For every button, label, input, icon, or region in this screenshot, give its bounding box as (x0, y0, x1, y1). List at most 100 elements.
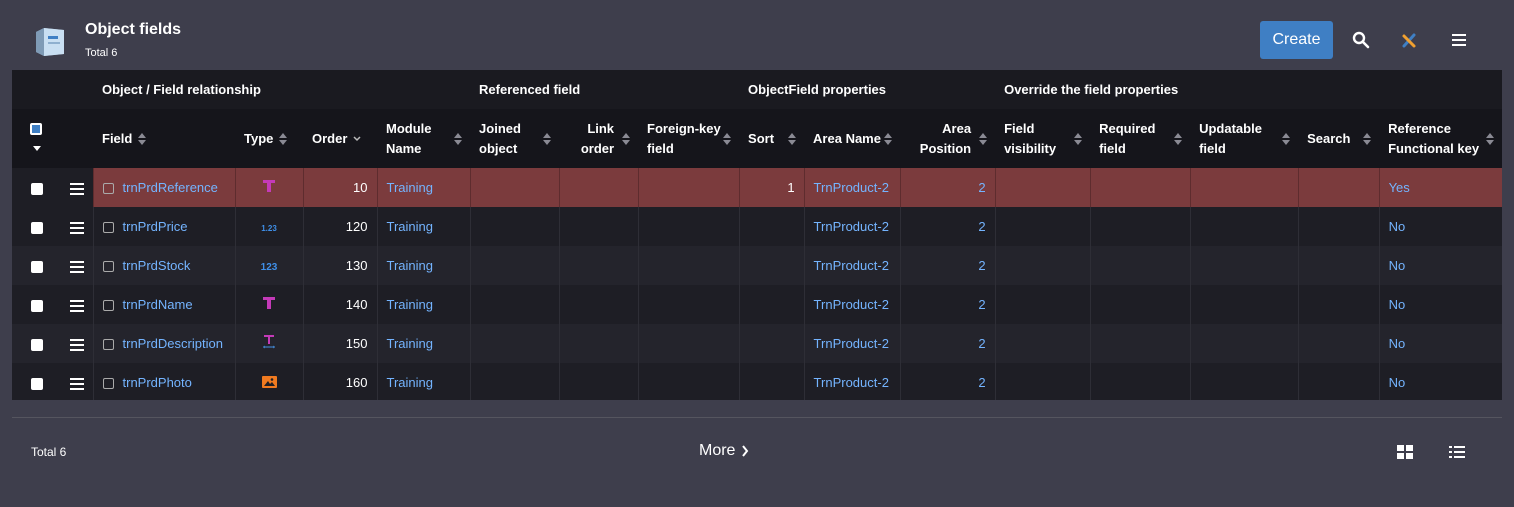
area-name-link[interactable]: TrnProduct-2 (814, 180, 889, 195)
sort-icon[interactable] (454, 132, 463, 145)
row-checkbox-cell[interactable] (12, 363, 57, 400)
cell-field[interactable]: trnPrdPhoto (93, 363, 236, 400)
col-order[interactable]: Order (303, 109, 377, 168)
search-icon[interactable] (1349, 28, 1373, 52)
cell-module-name[interactable]: Training (377, 285, 471, 324)
sort-icon[interactable] (788, 132, 797, 145)
sort-icon[interactable] (1074, 132, 1083, 145)
row-menu-cell[interactable] (57, 207, 94, 246)
sort-icon[interactable] (543, 132, 552, 145)
sort-icon[interactable] (1363, 132, 1372, 145)
row-checkbox-cell[interactable] (12, 168, 57, 207)
cell-field[interactable]: trnPrdReference (93, 168, 236, 207)
table-row[interactable]: trnPrdName 140 Training TrnProduct-2 2 No (12, 285, 1502, 324)
select-all-checkbox[interactable] (12, 109, 57, 168)
cell-area-name[interactable]: TrnProduct-2 (804, 324, 901, 363)
field-checkbox[interactable] (102, 339, 114, 351)
sort-desc-icon[interactable] (353, 133, 361, 145)
module-link[interactable]: Training (387, 180, 433, 195)
sort-icon[interactable] (279, 132, 288, 145)
row-checkbox[interactable] (31, 377, 43, 390)
table-row[interactable]: trnPrdStock 123 130 Training TrnProduct-2 2 No (12, 246, 1502, 285)
table-row[interactable]: trnPrdPrice 1.23 120 Training TrnProduct-2 2 N… (12, 207, 1502, 246)
area-name-link[interactable]: TrnProduct-2 (814, 375, 889, 390)
cell-field[interactable]: trnPrdStock (93, 246, 236, 285)
field-checkbox[interactable] (102, 300, 114, 312)
menu-icon[interactable] (1447, 28, 1471, 52)
cell-field[interactable]: trnPrdPrice (93, 207, 236, 246)
field-link[interactable]: trnPrdDescription (123, 336, 223, 351)
table-row[interactable]: trnPrdReference 10 Training 1 TrnProduct-2 2 Y… (12, 168, 1502, 207)
col-field-visibility[interactable]: Field visibility (995, 109, 1091, 168)
cell-module-name[interactable]: Training (377, 246, 471, 285)
field-checkbox[interactable] (102, 261, 114, 273)
field-link[interactable]: trnPrdStock (123, 258, 191, 273)
row-menu-icon[interactable] (70, 260, 84, 273)
row-menu-cell[interactable] (57, 246, 94, 285)
row-checkbox[interactable] (31, 338, 43, 351)
sort-icon[interactable] (1282, 132, 1291, 145)
row-menu-icon[interactable] (70, 221, 84, 234)
row-checkbox[interactable] (31, 260, 43, 273)
row-checkbox[interactable] (31, 221, 43, 234)
field-link[interactable]: trnPrdPhoto (123, 375, 192, 390)
row-menu-icon[interactable] (70, 299, 84, 312)
col-link-order[interactable]: Link order (559, 109, 639, 168)
row-menu-cell[interactable] (57, 285, 94, 324)
sort-icon[interactable] (1174, 132, 1183, 145)
area-name-link[interactable]: TrnProduct-2 (814, 258, 889, 273)
area-name-link[interactable]: TrnProduct-2 (814, 219, 889, 234)
row-checkbox[interactable] (31, 299, 43, 312)
field-link[interactable]: trnPrdPrice (123, 219, 188, 234)
cell-module-name[interactable]: Training (377, 363, 471, 400)
field-link[interactable]: trnPrdName (123, 297, 193, 312)
row-menu-cell[interactable] (57, 168, 94, 207)
tools-icon[interactable] (1397, 28, 1421, 52)
row-menu-cell[interactable] (57, 363, 94, 400)
cell-area-name[interactable]: TrnProduct-2 (804, 363, 901, 400)
table-row[interactable]: trnPrdPhoto 160 Training TrnProduct-2 2 No (12, 363, 1502, 400)
field-link[interactable]: trnPrdReference (123, 180, 218, 195)
row-checkbox-cell[interactable] (12, 285, 57, 324)
col-type[interactable]: Type (235, 109, 303, 168)
col-joined-object[interactable]: Joined object (470, 109, 560, 168)
create-button[interactable]: Create (1260, 21, 1333, 59)
col-required-field[interactable]: Required field (1090, 109, 1191, 168)
row-checkbox-cell[interactable] (12, 246, 57, 285)
module-link[interactable]: Training (387, 375, 433, 390)
sort-icon[interactable] (1486, 132, 1495, 145)
sort-icon[interactable] (622, 132, 631, 145)
row-menu-icon[interactable] (70, 338, 84, 351)
row-menu-cell[interactable] (57, 324, 94, 363)
cell-module-name[interactable]: Training (377, 324, 471, 363)
col-search[interactable]: Search (1298, 109, 1380, 168)
sort-icon[interactable] (979, 132, 988, 145)
col-sort[interactable]: Sort (739, 109, 805, 168)
col-area-name[interactable]: Area Name (804, 109, 901, 168)
module-link[interactable]: Training (387, 297, 433, 312)
row-menu-icon[interactable] (70, 377, 84, 390)
sort-icon[interactable] (138, 132, 147, 145)
row-menu-icon[interactable] (70, 182, 84, 195)
col-foreign-key-field[interactable]: Foreign-key field (638, 109, 740, 168)
cell-area-name[interactable]: TrnProduct-2 (804, 246, 901, 285)
module-link[interactable]: Training (387, 219, 433, 234)
col-updatable-field[interactable]: Updatable field (1190, 109, 1299, 168)
area-name-link[interactable]: TrnProduct-2 (814, 297, 889, 312)
col-module-name[interactable]: Module Name (377, 109, 471, 168)
table-row[interactable]: trnPrdDescription 150 Training TrnProduct-2… (12, 324, 1502, 363)
cell-field[interactable]: trnPrdName (93, 285, 236, 324)
field-checkbox[interactable] (102, 222, 114, 234)
cell-area-name[interactable]: TrnProduct-2 (804, 168, 901, 207)
row-checkbox-cell[interactable] (12, 207, 57, 246)
sort-icon[interactable] (723, 132, 732, 145)
module-link[interactable]: Training (387, 336, 433, 351)
list-view-icon[interactable] (1448, 444, 1466, 460)
cell-module-name[interactable]: Training (377, 168, 471, 207)
col-reference-functional-key[interactable]: Reference Functional key (1379, 109, 1502, 168)
row-checkbox[interactable] (31, 182, 43, 195)
sort-icon[interactable] (884, 132, 893, 145)
chevron-down-icon[interactable] (33, 146, 41, 152)
cell-area-name[interactable]: TrnProduct-2 (804, 207, 901, 246)
cell-module-name[interactable]: Training (377, 207, 471, 246)
